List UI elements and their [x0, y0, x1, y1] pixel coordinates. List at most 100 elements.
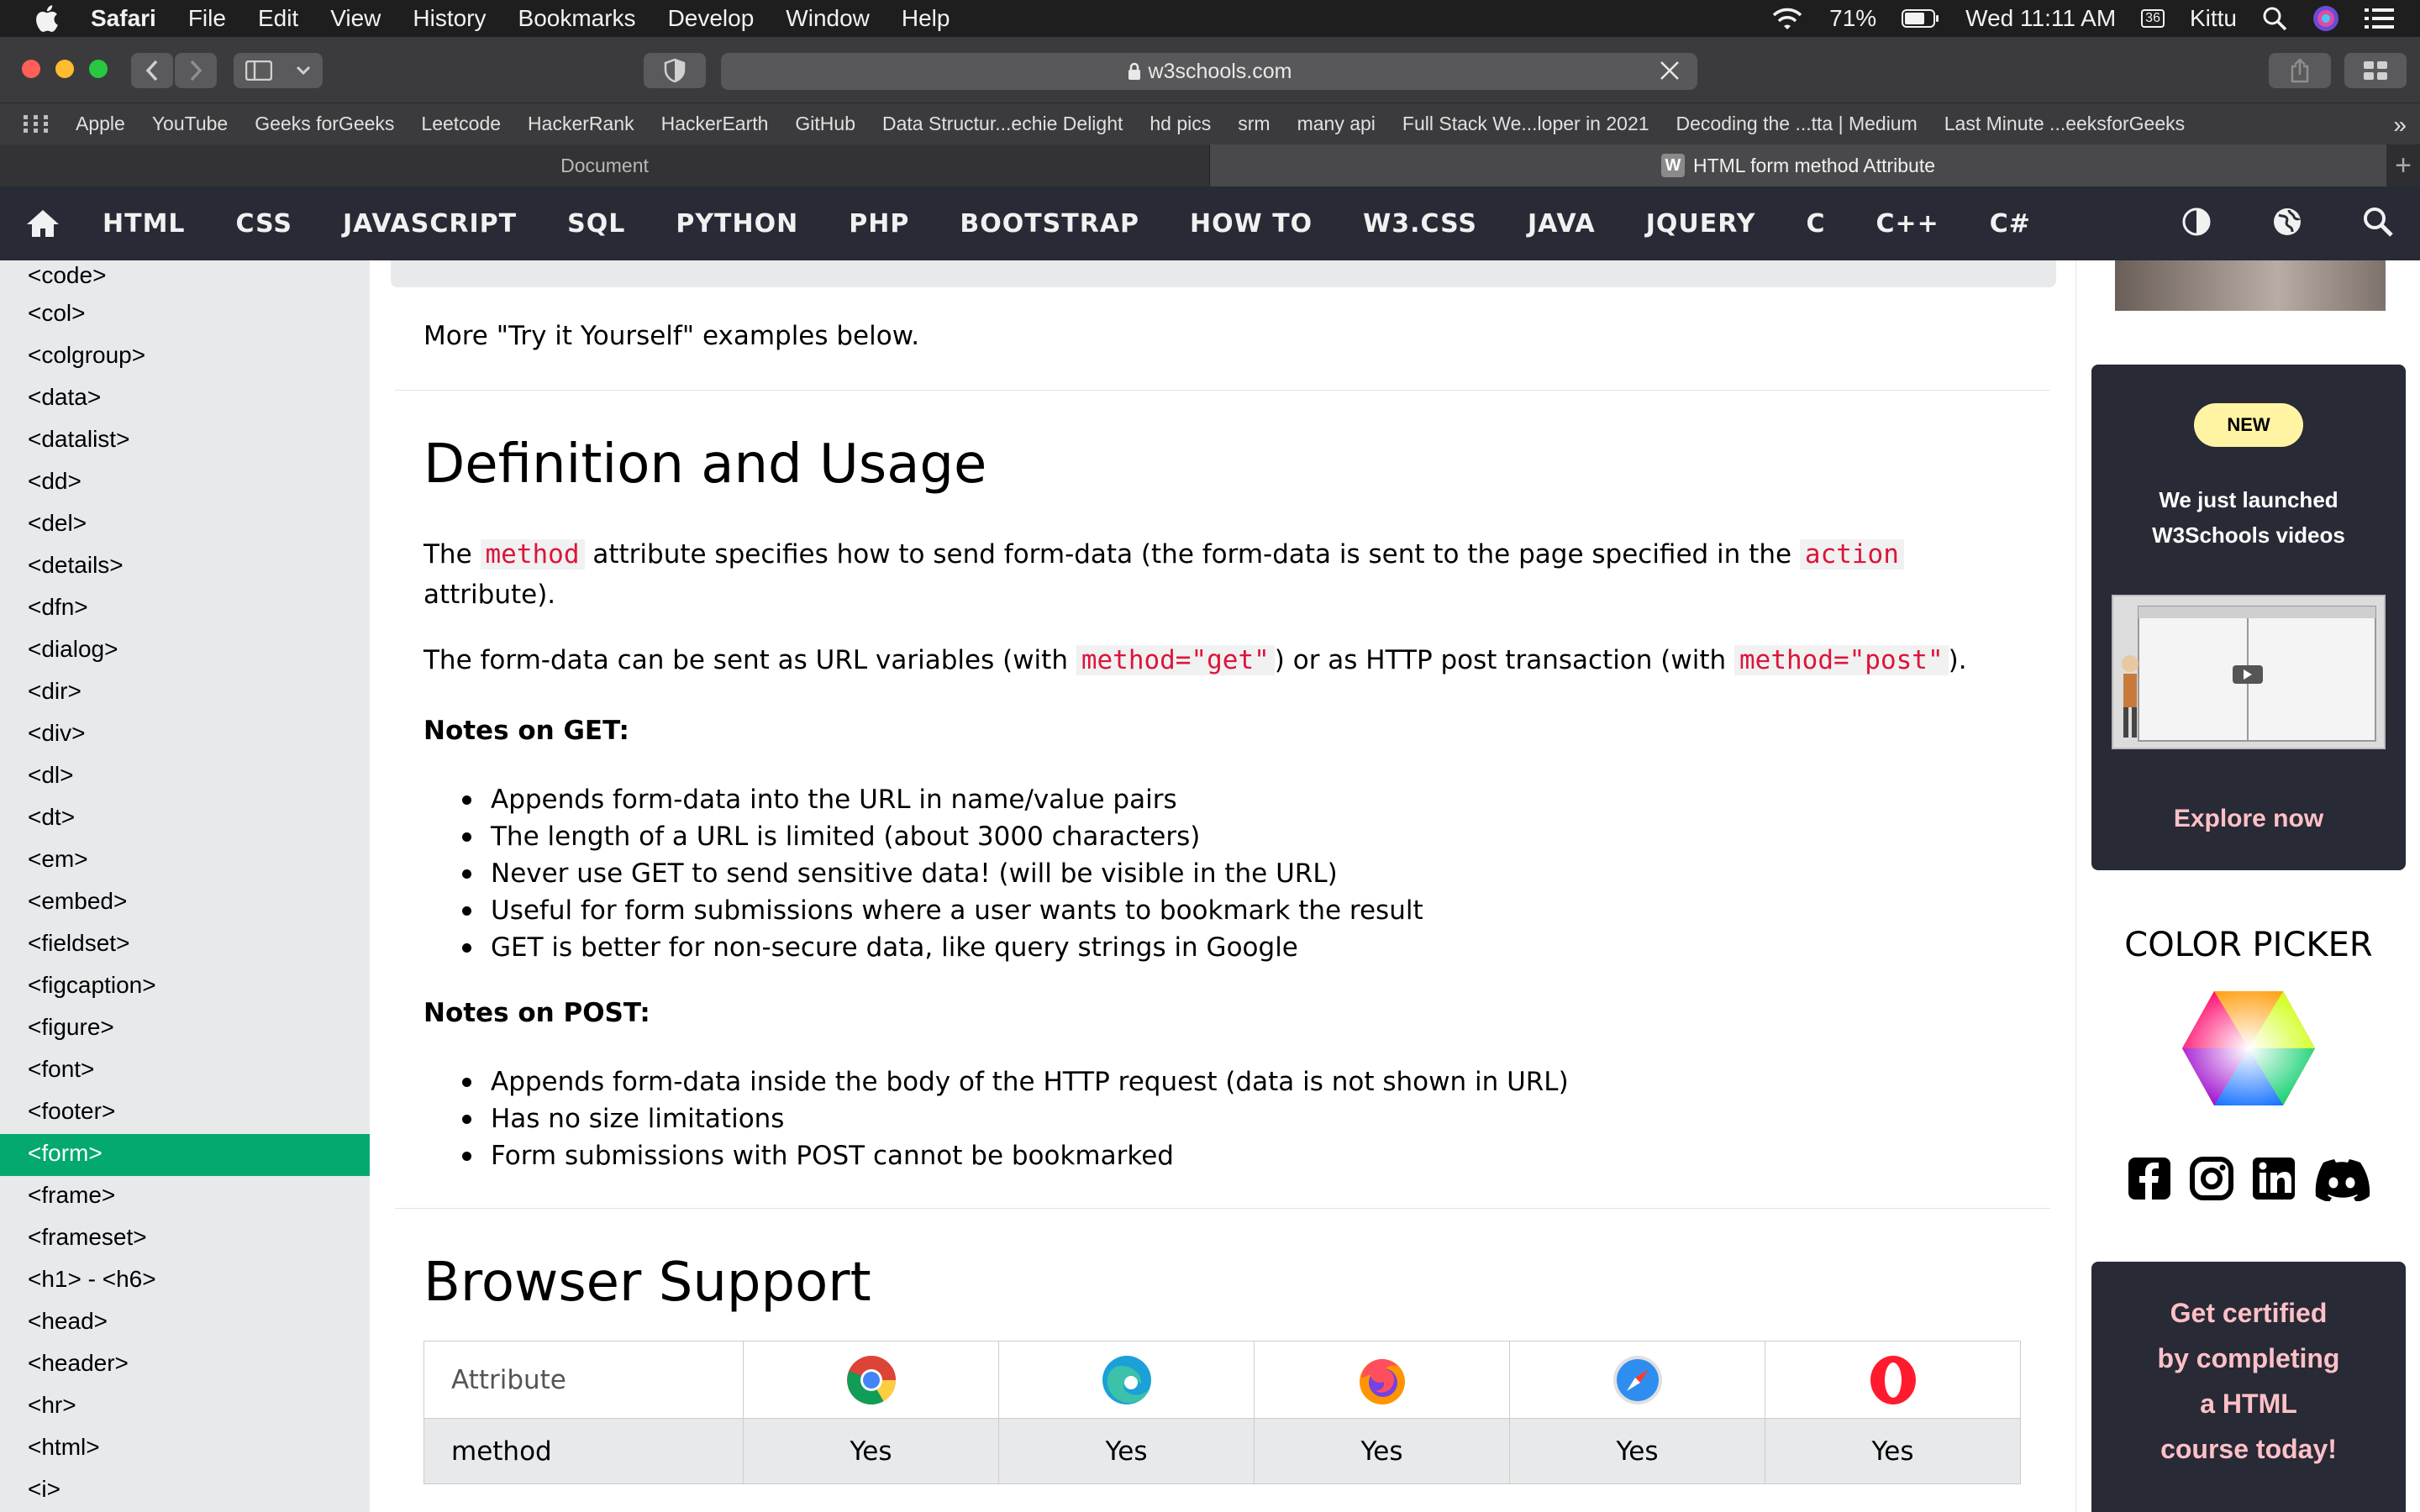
sidebar-item-html[interactable]: <html> — [0, 1428, 370, 1470]
control-center-icon[interactable] — [2365, 6, 2395, 31]
minimize-window-button[interactable] — [55, 60, 74, 78]
certification-promo[interactable]: Get certified by completing a HTML cours… — [2091, 1262, 2406, 1512]
bookmark-full-stack[interactable]: Full Stack We...loper in 2021 — [1402, 113, 1649, 135]
nav-bootstrap[interactable]: BOOTSTRAP — [960, 209, 1139, 239]
sidebar-item-div[interactable]: <div> — [0, 714, 370, 756]
bookmark-youtube[interactable]: YouTube — [152, 113, 228, 135]
sidebar-item-h1-h6[interactable]: <h1> - <h6> — [0, 1260, 370, 1302]
sidebar-item-embed[interactable]: <embed> — [0, 882, 370, 924]
sidebar-item-col[interactable]: <col> — [0, 294, 370, 336]
video-thumbnail[interactable] — [2112, 595, 2386, 749]
globe-icon[interactable] — [2270, 205, 2304, 239]
favorites-grid-icon[interactable] — [24, 114, 49, 134]
bookmark-leetcode[interactable]: Leetcode — [421, 113, 501, 135]
bookmark-hackerearth[interactable]: HackerEarth — [661, 113, 769, 135]
sidebar-item-dialog[interactable]: <dialog> — [0, 630, 370, 672]
address-bar[interactable]: w3schools.com — [721, 53, 1697, 90]
sidebar-item-frameset[interactable]: <frameset> — [0, 1218, 370, 1260]
sidebar-item-head[interactable]: <head> — [0, 1302, 370, 1344]
dark-mode-toggle-icon[interactable] — [2180, 205, 2213, 239]
zoom-window-button[interactable] — [89, 60, 108, 78]
tab-overview-button[interactable] — [2344, 53, 2407, 88]
bookmark-hd-pics[interactable]: hd pics — [1150, 113, 1211, 135]
linkedin-icon[interactable] — [2251, 1156, 2296, 1201]
sidebar-item-dir[interactable]: <dir> — [0, 672, 370, 714]
nav-java[interactable]: JAVA — [1528, 209, 1596, 239]
sidebar-item-details[interactable]: <details> — [0, 546, 370, 588]
sidebar-item-form[interactable]: <form> — [0, 1134, 370, 1176]
sidebar-item-code[interactable]: <code> — [0, 260, 370, 294]
menu-bookmarks[interactable]: Bookmarks — [518, 5, 636, 32]
bookmarks-overflow-button[interactable]: » — [2393, 112, 2407, 139]
sidebar-item-dd[interactable]: <dd> — [0, 462, 370, 504]
user-name[interactable]: Kittu — [2190, 5, 2237, 32]
nav-w3css[interactable]: W3.CSS — [1363, 209, 1477, 239]
explore-now-link[interactable]: Explore now — [2091, 805, 2406, 833]
tab-html-form-method[interactable]: W HTML form method Attribute — [1210, 144, 2386, 186]
nav-css[interactable]: CSS — [236, 209, 292, 239]
back-button[interactable] — [131, 53, 173, 88]
videos-promo-card[interactable]: NEW We just launched W3Schools videos Ex… — [2091, 365, 2406, 870]
bookmark-apple[interactable]: Apple — [76, 113, 125, 135]
sidebar-item-datalist[interactable]: <datalist> — [0, 420, 370, 462]
nav-how-to[interactable]: HOW TO — [1190, 209, 1313, 239]
clock-datetime[interactable]: Wed 11:11 AM — [1965, 5, 2116, 32]
bookmark-geeksforgeeks[interactable]: Geeks forGeeks — [255, 113, 394, 135]
menu-edit[interactable]: Edit — [258, 5, 298, 32]
wifi-icon[interactable] — [1770, 6, 1804, 31]
spotlight-search-icon[interactable] — [2262, 6, 2287, 31]
sidebar-item-dl[interactable]: <dl> — [0, 756, 370, 798]
sidebar-toggle-button[interactable] — [234, 53, 323, 88]
sidebar-item-footer[interactable]: <footer> — [0, 1092, 370, 1134]
new-tab-button[interactable]: + — [2386, 144, 2420, 186]
menu-window[interactable]: Window — [786, 5, 870, 32]
nav-sql[interactable]: SQL — [567, 209, 625, 239]
sidebar-item-dfn[interactable]: <dfn> — [0, 588, 370, 630]
color-picker-icon[interactable] — [2181, 990, 2317, 1107]
sidebar-item-colgroup[interactable]: <colgroup> — [0, 336, 370, 378]
sidebar-item-em[interactable]: <em> — [0, 840, 370, 882]
privacy-report-button[interactable] — [644, 53, 706, 88]
bookmark-last-minute[interactable]: Last Minute ...eeksforGeeks — [1944, 113, 2185, 135]
stop-loading-icon[interactable] — [1657, 58, 1682, 83]
sidebar-item-figure[interactable]: <figure> — [0, 1008, 370, 1050]
battery-icon[interactable] — [1902, 8, 1940, 29]
nav-csharp[interactable]: C# — [1990, 209, 2031, 239]
close-window-button[interactable] — [22, 60, 40, 78]
sidebar-item-fieldset[interactable]: <fieldset> — [0, 924, 370, 966]
nav-jquery[interactable]: JQUERY — [1646, 209, 1756, 239]
nav-javascript[interactable]: JAVASCRIPT — [343, 209, 517, 239]
sidebar-item-hr[interactable]: <hr> — [0, 1386, 370, 1428]
url-text[interactable]: w3schools.com — [1149, 60, 1292, 84]
siri-icon[interactable] — [2312, 5, 2339, 32]
bookmark-hackerrank[interactable]: HackerRank — [528, 113, 634, 135]
sidebar-item-figcaption[interactable]: <figcaption> — [0, 966, 370, 1008]
nav-html[interactable]: HTML — [103, 209, 186, 239]
menu-view[interactable]: View — [330, 5, 381, 32]
tab-document[interactable]: Document — [0, 144, 1210, 186]
ad-image[interactable] — [2115, 260, 2386, 311]
nav-cpp[interactable]: C++ — [1876, 209, 1939, 239]
bookmark-github[interactable]: GitHub — [795, 113, 855, 135]
calendar-icon[interactable]: 36 — [2141, 9, 2165, 28]
facebook-icon[interactable] — [2127, 1156, 2172, 1201]
forward-button[interactable] — [175, 53, 217, 88]
bookmark-srm[interactable]: srm — [1238, 113, 1270, 135]
nav-python[interactable]: PYTHON — [676, 209, 798, 239]
nav-c[interactable]: C — [1806, 209, 1825, 239]
bookmark-many-api[interactable]: many api — [1297, 113, 1376, 135]
share-button[interactable] — [2269, 53, 2331, 88]
bookmark-data-structures[interactable]: Data Structur...echie Delight — [882, 113, 1123, 135]
home-icon[interactable] — [25, 208, 60, 239]
apple-logo-icon[interactable] — [34, 4, 59, 33]
menu-help[interactable]: Help — [902, 5, 950, 32]
sidebar-item-i[interactable]: <i> — [0, 1470, 370, 1512]
menu-develop[interactable]: Develop — [668, 5, 755, 32]
discord-icon[interactable] — [2313, 1156, 2370, 1201]
menu-file[interactable]: File — [188, 5, 226, 32]
sidebar-item-header[interactable]: <header> — [0, 1344, 370, 1386]
sidebar-item-font[interactable]: <font> — [0, 1050, 370, 1092]
battery-percent[interactable]: 71% — [1829, 5, 1876, 32]
nav-php[interactable]: PHP — [849, 209, 909, 239]
search-icon[interactable] — [2361, 205, 2395, 239]
